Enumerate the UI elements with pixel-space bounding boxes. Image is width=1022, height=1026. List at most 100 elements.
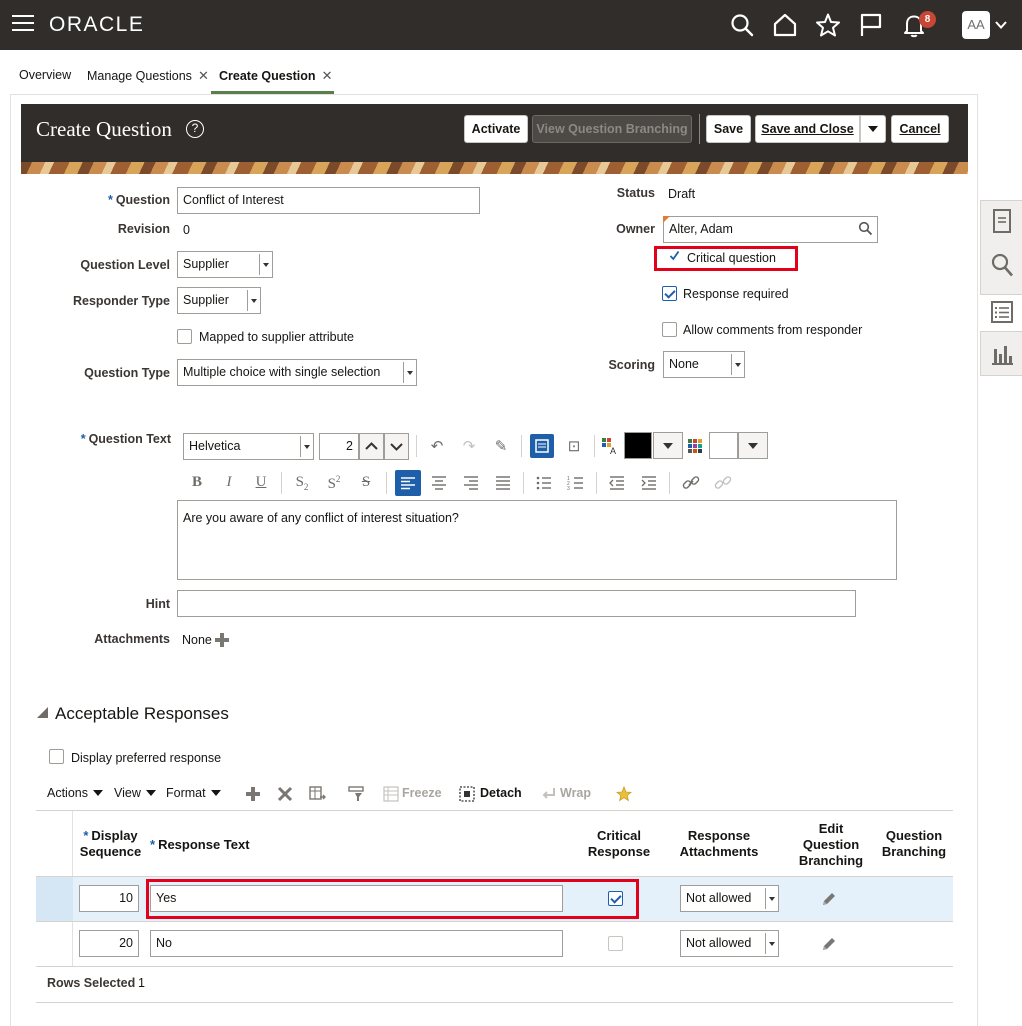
font-family-select[interactable]: Helvetica [183, 433, 314, 460]
redo-icon[interactable]: ↷ [458, 437, 480, 455]
col-question-branching[interactable]: Question Branching [876, 828, 952, 860]
freeze-icon[interactable] [381, 784, 401, 804]
search-icon[interactable] [729, 12, 755, 38]
font-size-up-button[interactable] [359, 433, 384, 460]
tab-create-question[interactable]: Create Question ✕ [219, 68, 332, 84]
save-options-dropdown[interactable] [860, 115, 886, 143]
rich-text-mode-icon[interactable] [530, 434, 554, 458]
delete-row-icon[interactable] [275, 784, 295, 804]
italic-icon[interactable]: I [218, 474, 240, 491]
tab-manage-questions[interactable]: Manage Questions ✕ [87, 68, 209, 84]
analytics-chart-icon[interactable] [989, 341, 1015, 367]
activate-button[interactable]: Activate [464, 115, 528, 143]
home-icon[interactable] [772, 12, 798, 38]
mapped-to-supplier-attribute-checkbox[interactable] [177, 329, 192, 344]
favorite-star-icon[interactable] [614, 784, 634, 804]
col-response-attachments[interactable]: Response Attachments [672, 828, 766, 860]
text-color-dropdown[interactable] [653, 432, 683, 459]
response-attachments-select[interactable]: Not allowed [680, 930, 779, 957]
response-attachments-select[interactable]: Not allowed [680, 885, 779, 912]
close-tab-icon[interactable]: ✕ [322, 68, 333, 83]
search-icon[interactable] [989, 252, 1015, 278]
background-color-swatch[interactable] [709, 432, 738, 459]
collapse-section-icon[interactable] [36, 706, 49, 719]
edit-pencil-icon[interactable] [820, 890, 838, 908]
freeze-button[interactable]: Freeze [402, 786, 442, 800]
chevron-down-icon[interactable] [994, 18, 1008, 32]
task-list-icon[interactable] [989, 299, 1015, 325]
favorites-star-icon[interactable] [815, 12, 841, 38]
detach-icon[interactable] [457, 784, 477, 804]
flag-icon[interactable] [858, 12, 884, 38]
save-and-close-button[interactable]: Save and Close [755, 115, 860, 143]
row-selector[interactable] [36, 877, 73, 921]
question-level-select[interactable]: Supplier [177, 251, 273, 278]
align-center-icon[interactable] [428, 474, 450, 492]
close-tab-icon[interactable]: ✕ [198, 68, 209, 83]
hint-input[interactable] [177, 590, 856, 617]
detach-button[interactable]: Detach [480, 786, 522, 800]
undo-icon[interactable]: ↶ [426, 437, 448, 455]
source-code-icon[interactable]: ⊡ [563, 437, 585, 455]
background-color-icon[interactable] [688, 439, 702, 453]
align-right-icon[interactable] [460, 474, 482, 492]
export-icon[interactable] [307, 784, 327, 804]
view-menu[interactable]: View [114, 786, 156, 800]
col-edit-question-branching[interactable]: Edit Question Branching [790, 821, 872, 869]
indent-icon[interactable] [638, 474, 660, 492]
bulleted-list-icon[interactable] [533, 474, 555, 492]
owner-input[interactable]: Alter, Adam [663, 216, 878, 243]
owner-search-icon[interactable] [858, 221, 873, 236]
question-type-select[interactable]: Multiple choice with single selection [177, 359, 417, 386]
help-icon[interactable]: ? [186, 120, 204, 138]
align-left-icon[interactable] [395, 470, 421, 496]
numbered-list-icon[interactable]: 123 [565, 474, 587, 492]
scoring-select[interactable]: None [663, 351, 745, 378]
responder-type-select[interactable]: Supplier [177, 287, 261, 314]
question-input[interactable]: Conflict of Interest [177, 187, 480, 214]
outdent-icon[interactable] [606, 474, 628, 492]
clear-formatting-icon[interactable]: ✎ [490, 437, 512, 455]
edit-pencil-icon[interactable] [820, 935, 838, 953]
remove-link-icon[interactable] [713, 474, 733, 492]
critical-response-checkbox[interactable] [608, 891, 623, 906]
display-sequence-input[interactable]: 10 [79, 885, 139, 912]
strikethrough-icon[interactable]: S [355, 474, 377, 491]
superscript-icon[interactable]: S2 [323, 474, 345, 493]
underline-icon[interactable]: U [250, 474, 272, 491]
hamburger-menu-icon[interactable] [12, 15, 34, 33]
query-by-example-icon[interactable] [347, 784, 367, 804]
response-required-checkbox[interactable] [662, 286, 677, 301]
add-row-icon[interactable] [243, 784, 263, 804]
tab-overview[interactable]: Overview [19, 68, 71, 82]
bold-icon[interactable]: B [186, 474, 208, 491]
actions-menu[interactable]: Actions [47, 786, 103, 800]
col-critical-response[interactable]: Critical Response [578, 828, 660, 860]
add-attachment-icon[interactable] [214, 632, 230, 648]
text-color-icon[interactable]: A [601, 437, 619, 455]
critical-question-check-icon[interactable] [669, 250, 680, 261]
allow-comments-checkbox[interactable] [662, 322, 677, 337]
view-question-branching-button[interactable]: View Question Branching [532, 115, 692, 143]
display-preferred-response-checkbox[interactable] [49, 749, 64, 764]
critical-response-checkbox[interactable] [608, 936, 623, 951]
font-size-down-button[interactable] [384, 433, 409, 460]
col-display-sequence[interactable]: * Display Sequence [73, 828, 148, 860]
display-sequence-input[interactable]: 20 [79, 930, 139, 957]
document-icon[interactable] [989, 208, 1015, 234]
wrap-icon[interactable] [539, 784, 559, 804]
save-button[interactable]: Save [706, 115, 751, 143]
question-text-editor[interactable]: Are you aware of any conflict of interes… [177, 500, 897, 580]
response-text-input[interactable]: No [150, 930, 563, 957]
cancel-button[interactable]: Cancel [891, 115, 949, 143]
insert-link-icon[interactable] [681, 474, 701, 492]
col-response-text[interactable]: * Response Text [150, 837, 250, 853]
format-menu[interactable]: Format [166, 786, 221, 800]
align-justify-icon[interactable] [492, 474, 514, 492]
user-avatar[interactable]: AA [962, 11, 990, 39]
wrap-button[interactable]: Wrap [560, 786, 591, 800]
background-color-dropdown[interactable] [738, 432, 768, 459]
font-size-input[interactable]: 2 [319, 433, 359, 460]
subscript-icon[interactable]: S2 [291, 474, 313, 492]
text-color-swatch[interactable] [624, 432, 652, 459]
